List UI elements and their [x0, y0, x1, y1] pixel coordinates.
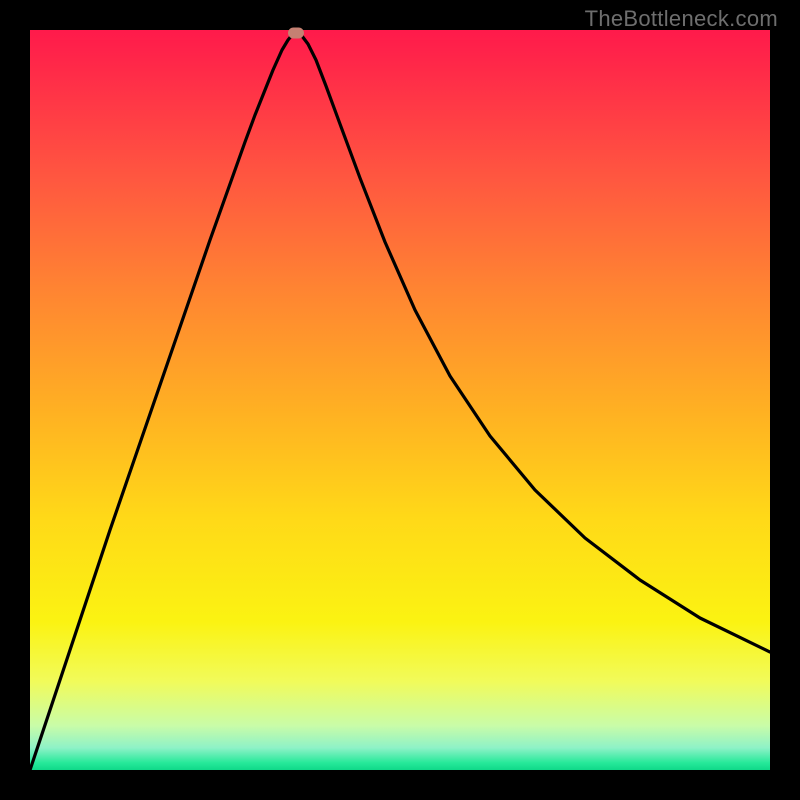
- chart-frame: TheBottleneck.com: [0, 0, 800, 800]
- optimum-marker: [288, 28, 304, 39]
- watermark-text: TheBottleneck.com: [585, 6, 778, 32]
- plot-gradient-background: [30, 30, 770, 770]
